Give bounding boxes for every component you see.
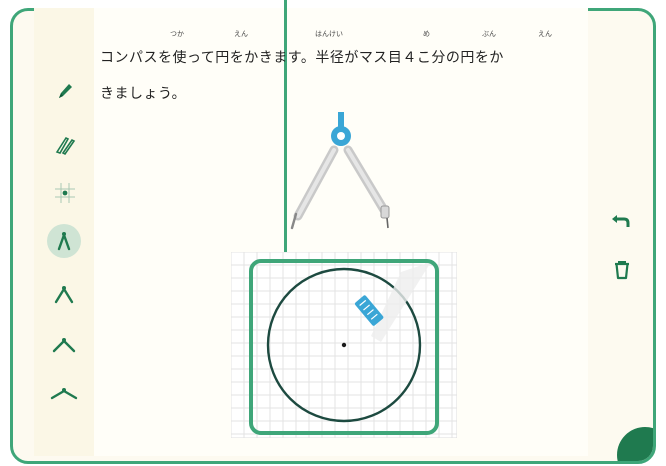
compass-icon [50, 388, 78, 400]
grid-point-tool[interactable] [48, 176, 82, 210]
compass-medium-tool[interactable] [47, 278, 81, 312]
pencil-icon [59, 84, 72, 98]
compass-widest-tool[interactable] [47, 376, 81, 410]
highlight-box [249, 259, 439, 435]
trash-icon [615, 261, 629, 280]
trash-button[interactable] [608, 256, 636, 284]
compass-wide-tool[interactable] [47, 328, 81, 362]
ruby-me: め [423, 30, 430, 38]
ruby-en-2: えん [538, 30, 552, 38]
compass-narrow-tool[interactable] [47, 224, 81, 258]
compass-icon [57, 232, 71, 251]
ruby-en: えん [234, 30, 248, 38]
corner-badge [617, 427, 653, 461]
undo-icon [612, 215, 630, 227]
ruler-icon [55, 136, 76, 156]
question-line-1: コンパスを使って円をかきます。半径がマス目４こ分の円をか [100, 50, 504, 66]
ruler-tool[interactable] [48, 128, 82, 162]
compass-icon [54, 286, 74, 304]
grid-point-icon [55, 183, 75, 203]
ruby-tsuka: つか [170, 30, 184, 38]
undo-button[interactable] [608, 206, 636, 234]
question-text: コンパスを使って円をかきます。半径がマス目４こ分の円をか きましょう。 [100, 40, 580, 112]
ruby-bun: ぶん [482, 30, 496, 38]
pencil-tool[interactable] [48, 74, 82, 108]
compass-illustration [290, 112, 390, 230]
ruby-hankei: はんけい [315, 30, 343, 38]
compass-icon [52, 338, 76, 353]
